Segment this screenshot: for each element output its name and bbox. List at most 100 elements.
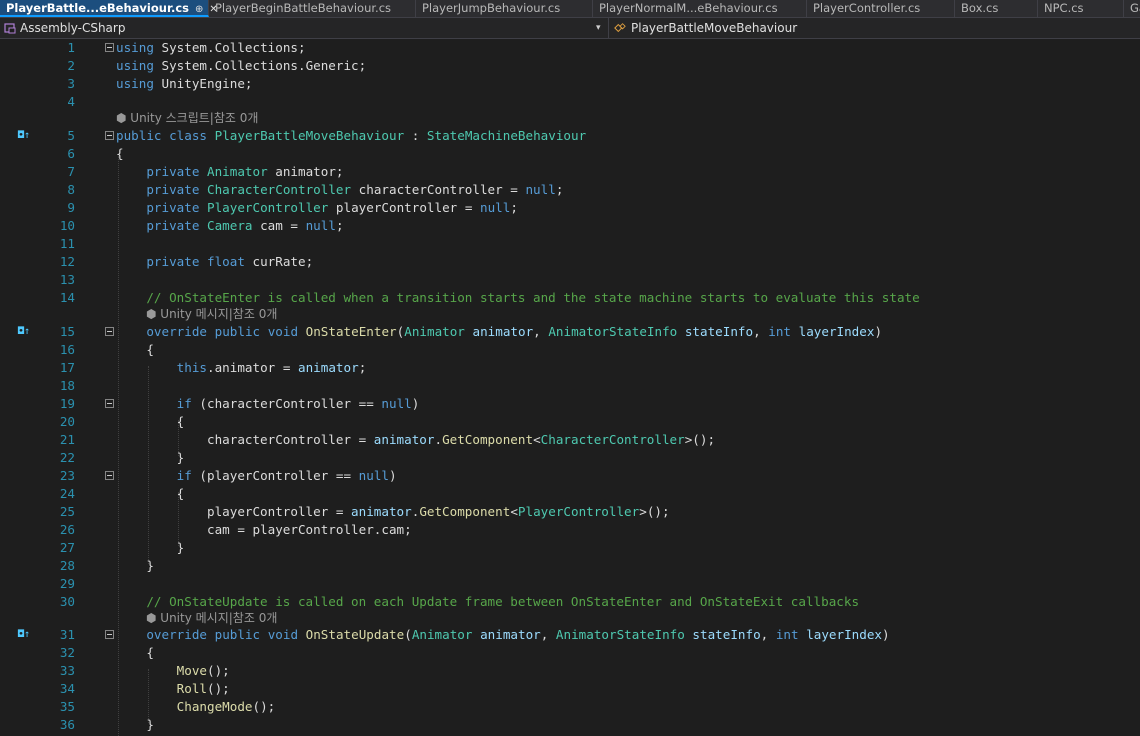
line-number: 19 — [59, 396, 75, 411]
code-line: 10 private Camera cam = null; — [0, 217, 1140, 235]
code-line: 32 { — [0, 644, 1140, 662]
line-number: 26 — [59, 522, 75, 537]
code-line: 9 private PlayerController playerControl… — [0, 199, 1140, 217]
code-line: ◘↑ 5 public class PlayerBattleMoveBehavi… — [0, 127, 1140, 145]
tab-box[interactable]: Box.cs — [955, 0, 1038, 17]
tab-playerbeginbattlebehaviour[interactable]: PlayerBeginBattleBehaviour.cs — [209, 0, 416, 17]
line-number: 13 — [59, 272, 75, 287]
code-text: private float curRate; — [146, 254, 314, 269]
collapse-icon[interactable] — [105, 630, 114, 639]
code-text: { — [116, 645, 154, 660]
code-text: characterController = animator.GetCompon… — [116, 432, 716, 447]
member-dropdown[interactable]: PlayerBattleMoveBehaviour — [609, 18, 1140, 38]
line-number: 36 — [59, 717, 75, 732]
code-text: } — [116, 450, 185, 465]
line-number: 17 — [59, 360, 75, 375]
chevron-down-icon[interactable]: ▾ — [596, 20, 601, 36]
code-text: { — [116, 486, 185, 501]
code-text: playerController = animator.GetComponent… — [116, 504, 670, 519]
codelens-text[interactable]: ⬢ Unity 스크립트|참조 0개 — [116, 111, 258, 125]
code-line: 23 if (playerController == null) — [0, 467, 1140, 485]
line-number: 7 — [67, 164, 75, 179]
collapse-icon[interactable] — [105, 43, 114, 52]
class-icon — [614, 23, 626, 33]
code-comment: // OnStateUpdate is called on each Updat… — [116, 594, 860, 609]
line-number: 34 — [59, 681, 75, 696]
navigation-bar: Assembly-CSharp ▾ PlayerBattleMoveBehavi… — [0, 18, 1140, 39]
code-line: 24 { — [0, 485, 1140, 503]
member-name: PlayerBattleMoveBehaviour — [631, 21, 798, 35]
tab-playerbattlemovebehaviour[interactable]: PlayerBattle...eBehaviour.cs ⊕ ✕ — [0, 0, 218, 17]
code-text: Move(); — [176, 663, 230, 678]
code-line: 2 using System.Collections.Generic; — [0, 57, 1140, 75]
line-number: 18 — [59, 378, 75, 393]
document-tab-bar: PlayerBattle...eBehaviour.cs ⊕ ✕ PlayerBeg… — [0, 0, 1140, 18]
unity-message-icon[interactable]: ◘↑ — [18, 127, 40, 145]
line-number: 30 — [59, 594, 75, 609]
tab-playerjumpbehaviour[interactable]: PlayerJumpBehaviour.cs — [416, 0, 593, 17]
tab-npc[interactable]: NPC.cs — [1038, 0, 1124, 17]
code-text: override public void OnStateUpdate(Anima… — [146, 627, 890, 642]
collapse-icon[interactable] — [105, 327, 114, 336]
line-number: 22 — [59, 450, 75, 465]
line-number: 11 — [59, 236, 75, 251]
code-line: 20 { — [0, 413, 1140, 431]
code-line: 30 // OnStateUpdate is called on each Up… — [0, 593, 1140, 611]
code-line: 8 private CharacterController characterC… — [0, 181, 1140, 199]
unity-message-icon[interactable]: ◘↑ — [18, 323, 40, 341]
line-number: 31 — [59, 627, 75, 642]
code-line: 3 using UnityEngine; — [0, 75, 1140, 93]
line-number: 3 — [67, 76, 75, 91]
code-line: 26 cam = playerController.cam; — [0, 521, 1140, 539]
line-number: 1 — [67, 40, 75, 55]
collapse-icon[interactable] — [105, 471, 114, 480]
codelens-unity-message[interactable]: ⬢ Unity 메시지|참조 0개 — [0, 611, 1140, 625]
line-number: 24 — [59, 486, 75, 501]
line-number: 2 — [67, 58, 75, 73]
code-line: 22 } — [0, 449, 1140, 467]
tab-ga[interactable]: Ga — [1124, 0, 1140, 17]
unity-message-icon[interactable]: ◘↑ — [18, 626, 40, 644]
code-text: } — [116, 558, 154, 573]
line-number: 25 — [59, 504, 75, 519]
tab-playernormalmovebehaviour[interactable]: PlayerNormalM...eBehaviour.cs — [593, 0, 807, 17]
code-text: { — [116, 414, 185, 429]
tab-playercontroller[interactable]: PlayerController.cs — [807, 0, 955, 17]
code-line: 33 Move(); — [0, 662, 1140, 680]
code-text: public class PlayerBattleMoveBehaviour :… — [116, 128, 587, 143]
code-line: ◘↑ 15 override public void OnStateEnter(… — [0, 323, 1140, 341]
code-text: { — [116, 146, 124, 161]
code-text: if (characterController == null) — [176, 396, 420, 411]
code-editor[interactable]: 1 using System.Collections; 2 using Syst… — [0, 39, 1140, 736]
codelens-unity-script[interactable]: ⬢ Unity 스크립트|참조 0개 — [0, 111, 1140, 125]
tab-label: PlayerController.cs — [813, 1, 921, 15]
line-number: 15 — [59, 324, 75, 339]
project-dropdown[interactable]: Assembly-CSharp ▾ — [0, 18, 609, 38]
collapse-icon[interactable] — [105, 131, 114, 140]
collapse-icon[interactable] — [105, 399, 114, 408]
code-line: 16 { — [0, 341, 1140, 359]
tab-label: Ga — [1130, 1, 1140, 15]
code-line: 36 } — [0, 716, 1140, 734]
codelens-unity-message[interactable]: ⬢ Unity 메시지|참조 0개 — [0, 307, 1140, 321]
codelens-text[interactable]: ⬢ Unity 메시지|참조 0개 — [146, 307, 277, 321]
code-line: 34 Roll(); — [0, 680, 1140, 698]
line-number: 4 — [67, 94, 75, 109]
code-text: using System.Collections; — [116, 40, 306, 55]
code-text: private Animator animator; — [146, 164, 344, 179]
code-text: } — [116, 540, 185, 555]
tab-label: PlayerBeginBattleBehaviour.cs — [215, 1, 392, 15]
line-number: 5 — [67, 128, 75, 143]
code-text: if (playerController == null) — [176, 468, 397, 483]
codelens-text[interactable]: ⬢ Unity 메시지|참조 0개 — [146, 611, 277, 625]
line-number: 6 — [67, 146, 75, 161]
pin-icon[interactable]: ⊕ — [195, 4, 203, 15]
code-line: 18 — [0, 377, 1140, 395]
tab-label: Box.cs — [961, 1, 999, 15]
code-text: private CharacterController characterCon… — [146, 182, 564, 197]
line-number: 8 — [67, 182, 75, 197]
csharp-project-icon — [4, 23, 16, 34]
code-line: 13 — [0, 271, 1140, 289]
code-line: 4 — [0, 93, 1140, 111]
line-number: 27 — [59, 540, 75, 555]
